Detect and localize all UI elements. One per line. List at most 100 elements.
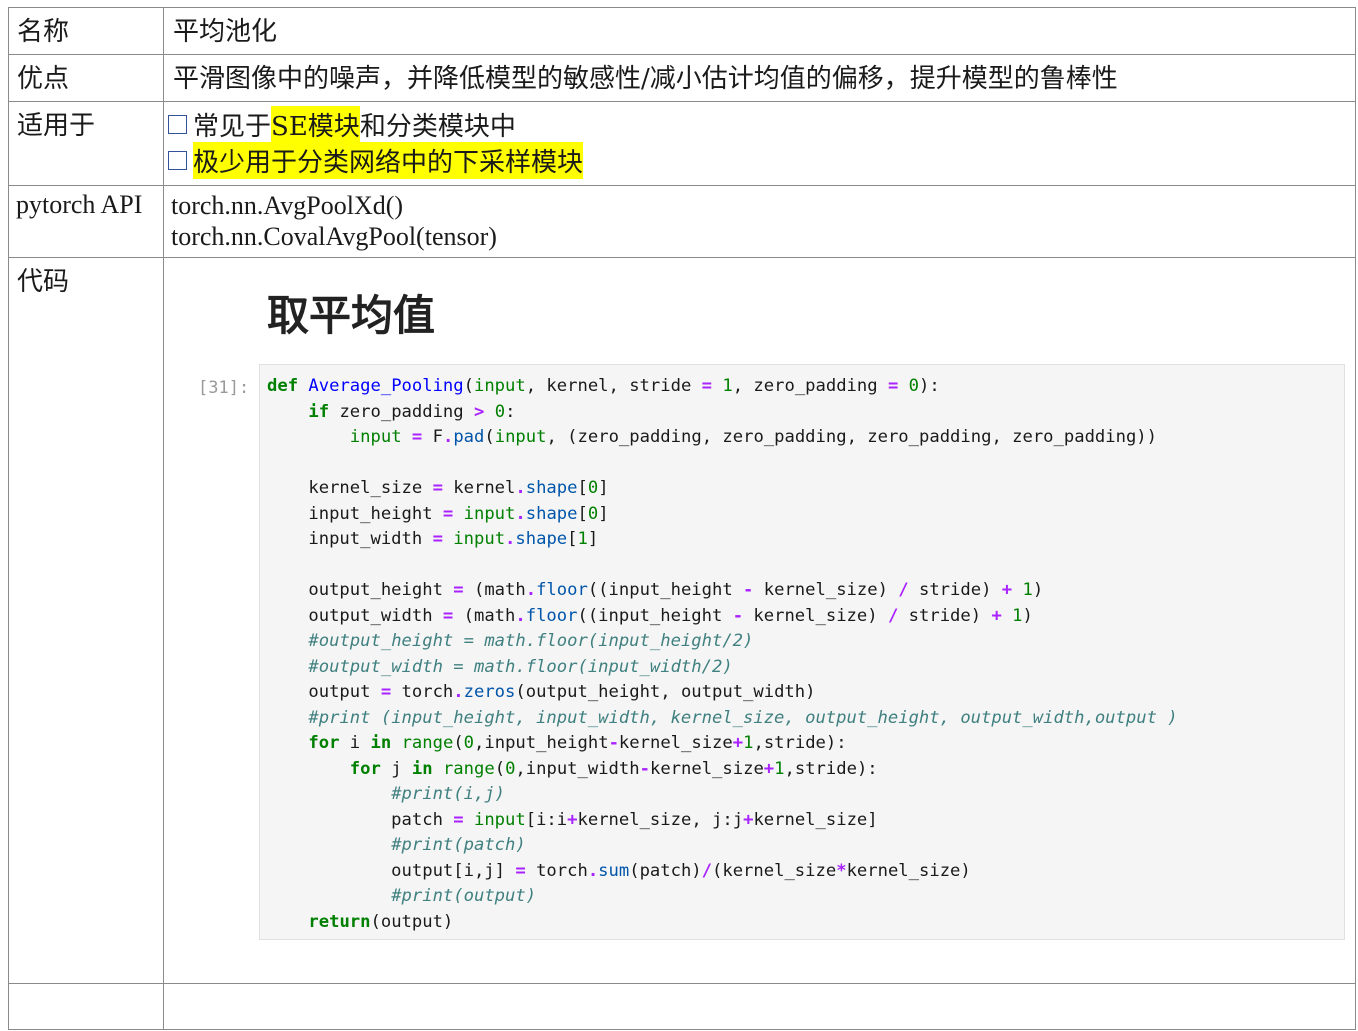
- code-token: F: [422, 427, 443, 447]
- code-token: /: [898, 580, 909, 600]
- code-token: kernel_size): [753, 580, 899, 600]
- label-cell: 适用于: [8, 101, 164, 186]
- code-token: =: [887, 376, 899, 396]
- code-line: #print(output): [267, 884, 1344, 910]
- code-token: floor: [536, 580, 588, 600]
- document-page: 名称 平均池化 优点 平滑图像中的噪声，并降低模型的敏感性/减小估计均值的偏移，…: [0, 0, 1358, 1031]
- code-token: ((input_height: [587, 580, 744, 600]
- code-token: 1: [722, 376, 733, 396]
- code-token: -: [608, 733, 619, 753]
- code-token: ,stride):: [753, 733, 847, 753]
- applicable-label: 适用于: [17, 111, 96, 141]
- checkbox-icon[interactable]: [168, 150, 187, 170]
- row-name: 名称 平均池化: [8, 7, 1356, 55]
- code-line: input_height = input.shape[0]: [267, 502, 1344, 528]
- code-token: input: [349, 427, 402, 447]
- code-token: 1: [774, 758, 785, 779]
- label-cell: 优点: [8, 54, 164, 102]
- code-token: +: [732, 733, 744, 753]
- cell-prompt: [31]:: [198, 378, 250, 398]
- code-line: if zero_padding > 0:: [267, 400, 1344, 426]
- row-applicable: 适用于 常见于 SE模块 和分类模块中 极少用于分类网络中的下采样模块: [8, 101, 1356, 186]
- applicable-item-text: 和分类模块中: [359, 111, 516, 142]
- code-label: 代码: [17, 267, 70, 297]
- code-line: output[i,j] = torch.sum(patch)/(kernel_s…: [267, 859, 1344, 885]
- value-cell: torch.nn.AvgPoolXd() torch.nn.CovalAvgPo…: [163, 185, 1356, 258]
- code-token: 1: [1022, 580, 1033, 600]
- code-token: -: [743, 580, 754, 600]
- code-token: #output_height = math.floor(input_height…: [308, 631, 754, 651]
- code-token: in: [411, 758, 433, 779]
- applicable-item: 常见于 SE模块 和分类模块中: [168, 105, 1355, 143]
- code-line: input = F.pad(input, (zero_padding, zero…: [267, 425, 1344, 451]
- code-line: output_height = (math.floor((input_heigh…: [267, 578, 1344, 604]
- code-token: (: [463, 376, 474, 396]
- code-token: pad: [453, 427, 485, 447]
- label-cell: [8, 983, 164, 1030]
- code-token: 0: [587, 478, 599, 498]
- code-token: stride): [898, 605, 992, 626]
- code-token: =: [701, 376, 713, 396]
- code-token: 1: [1012, 605, 1023, 626]
- code-line: #print(i,j): [267, 782, 1344, 808]
- info-table: 名称 平均池化 优点 平滑图像中的噪声，并降低模型的敏感性/减小估计均值的偏移，…: [8, 7, 1356, 1030]
- code-token: [i:i: [525, 809, 568, 830]
- api-line: torch.nn.AvgPoolXd(): [171, 191, 404, 220]
- code-token: +: [1001, 580, 1013, 600]
- code-token: =: [442, 503, 454, 524]
- code-token: for: [308, 733, 340, 753]
- code-cell[interactable]: def Average_Pooling(input, kernel, strid…: [259, 364, 1345, 940]
- code-line: def Average_Pooling(input, kernel, strid…: [267, 374, 1344, 400]
- code-token: *: [836, 860, 847, 881]
- code-token: =: [380, 682, 392, 702]
- code-token: return: [308, 911, 371, 932]
- code-token: shape: [525, 478, 578, 498]
- name-label: 名称: [17, 17, 70, 47]
- label-cell: 名称: [8, 7, 164, 55]
- code-token: =: [515, 860, 526, 881]
- code-token: =: [411, 427, 423, 447]
- code-line: output = torch.zeros(output_height, outp…: [267, 680, 1344, 706]
- code-token: [: [567, 529, 578, 549]
- code-token: .: [442, 427, 454, 447]
- code-line: kernel_size = kernel.shape[0]: [267, 476, 1344, 502]
- code-token: if: [308, 401, 330, 422]
- code-token: +: [743, 809, 754, 830]
- code-token: .: [525, 580, 537, 600]
- code-token: >: [473, 401, 485, 422]
- code-token: in: [370, 733, 392, 753]
- api-label: pytorch API: [16, 190, 143, 219]
- code-line: for i in range(0,input_height-kernel_siz…: [267, 731, 1344, 757]
- code-token: input: [453, 529, 506, 549]
- code-token: ]: [598, 503, 609, 524]
- code-token: .: [587, 860, 599, 881]
- code-token: , zero_padding: [732, 376, 888, 396]
- checkbox-icon[interactable]: [168, 114, 187, 134]
- code-token: shape: [515, 529, 568, 549]
- code-token: zero_padding: [329, 401, 474, 422]
- row-empty: [8, 983, 1356, 1030]
- applicable-item-text: 常见于: [193, 111, 272, 142]
- code-token: =: [442, 605, 454, 626]
- advantages-label: 优点: [17, 64, 70, 94]
- code-token: 0: [494, 401, 506, 422]
- code-token: .: [515, 478, 526, 498]
- code-line: #print(patch): [267, 833, 1344, 859]
- code-token: #print(i,j): [391, 784, 506, 804]
- code-token: 1: [577, 529, 588, 549]
- code-token: +: [763, 758, 775, 779]
- code-token: (: [494, 758, 506, 779]
- code-token: range: [442, 758, 495, 779]
- code-token: /: [701, 860, 713, 881]
- code-token: 0: [587, 503, 599, 524]
- row-api: pytorch API torch.nn.AvgPoolXd() torch.n…: [8, 185, 1356, 258]
